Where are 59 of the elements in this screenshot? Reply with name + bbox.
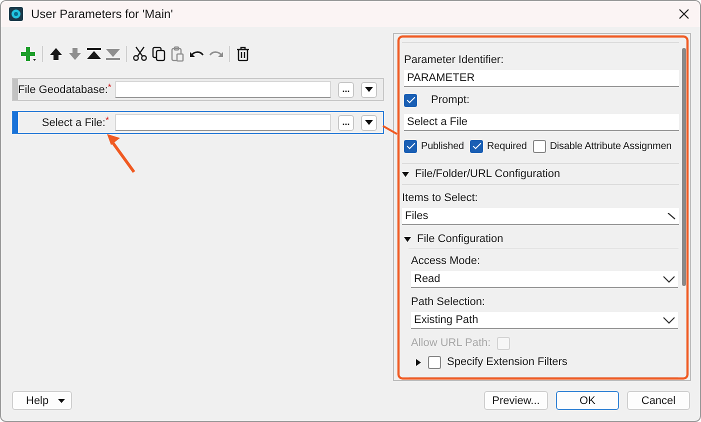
checkbox-label: Required [487,140,527,152]
caret-icon [58,398,65,402]
value-field[interactable] [115,114,331,131]
cut-icon[interactable] [132,46,148,62]
section-header[interactable]: File/Folder/URL Configuration [415,168,560,180]
caret-icon [365,120,373,125]
drag-handle[interactable] [13,112,18,133]
field-label: Path Selection: [411,295,486,309]
copy-icon[interactable] [151,46,167,62]
browse-button[interactable]: ... [338,114,354,130]
annotation-arrow [107,134,136,173]
leader-line [382,125,398,135]
scrollbar-thumb[interactable] [682,48,686,286]
field-label: Items to Select: [402,191,479,205]
drag-handle[interactable] [13,79,18,100]
window-title: User Parameters for 'Main' [31,7,174,21]
expand-icon[interactable] [415,358,422,366]
collapse-icon[interactable] [404,236,411,242]
checkbox-label: Published [421,140,464,152]
dropdown-button[interactable] [361,82,377,98]
option-checkbox[interactable] [532,140,546,152]
dialog-button[interactable]: Preview... [484,391,548,410]
prompt-checkbox[interactable] [404,94,417,106]
checkbox-label: Specify Extension Filters [447,356,568,368]
delete-icon[interactable] [235,46,251,62]
items-dropdown[interactable]: Files [402,208,679,225]
parameter-label: File Geodatabase:$^{*}$ [18,84,111,96]
dialog-button[interactable]: OK [556,391,619,410]
browse-button[interactable]: ... [338,82,354,98]
path-selection-dropdown[interactable]: Existing Path [411,312,678,329]
add-icon[interactable] [20,46,36,62]
chevron-icon [663,316,675,324]
option-checkbox[interactable] [404,140,417,152]
section-header[interactable]: File Configuration [417,233,504,245]
identifier-field[interactable]: PARAMETER [404,70,679,87]
option-checkbox[interactable] [470,140,484,152]
dialog-button[interactable]: Cancel [627,391,690,410]
arrow-up-icon[interactable] [48,46,64,62]
help-button[interactable]: Help [12,391,72,410]
field-label: Prompt: [431,94,470,106]
checkbox-label: Disable Attribute Assignmen [550,140,672,152]
chevron-icon [663,276,675,282]
access-mode-dropdown[interactable]: Read [411,271,678,288]
prompt-field[interactable]: Select a File [404,114,679,131]
filter-checkbox[interactable] [428,356,441,368]
value-field[interactable] [115,81,331,98]
caret-icon [365,87,373,92]
close-icon[interactable] [678,8,690,20]
field-label: Allow URL Path: [411,337,491,349]
field-label: Parameter Identifier: [404,53,505,67]
field-label: Access Mode: [411,254,482,268]
parameter-row[interactable]: File Geodatabase:$^{*}$ ... [12,78,384,101]
dropdown-button[interactable] [361,114,377,130]
move-to-top-icon[interactable] [86,46,102,62]
app-icon [9,7,23,21]
allow-url-checkbox[interactable] [496,336,510,350]
parameter-label: Select a File:$^{*}$ [40,116,110,128]
parameter-row[interactable]: Select a File:$^{*}$ ... [12,111,384,134]
collapse-icon[interactable] [402,170,409,178]
